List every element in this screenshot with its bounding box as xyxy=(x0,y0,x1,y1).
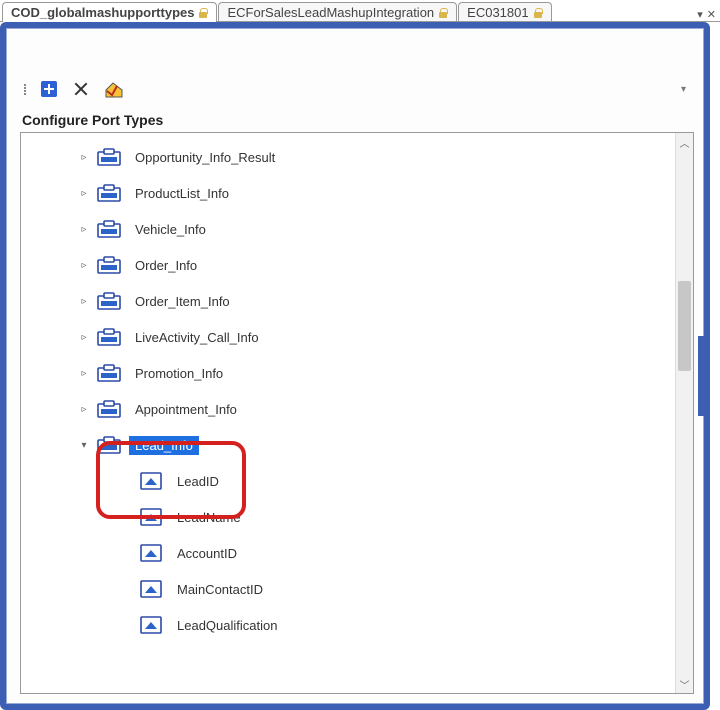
tree-item-label: Vehicle_Info xyxy=(129,220,212,239)
tree-item-label: Order_Item_Info xyxy=(129,292,236,311)
validate-button[interactable] xyxy=(102,78,124,100)
editor-frame: ▾ Configure Port Types ▹ Opportunity_Info… xyxy=(0,22,710,710)
tree-item[interactable]: ▹ Promotion_Info xyxy=(21,355,675,391)
tree-item-label: AccountID xyxy=(171,544,243,563)
toolbar: ▾ xyxy=(20,74,694,104)
tree-item[interactable]: AccountID xyxy=(21,535,675,571)
scroll-thumb[interactable] xyxy=(678,281,691,371)
collapse-icon[interactable]: ▾ xyxy=(79,440,89,451)
delete-button[interactable] xyxy=(70,78,92,100)
scroll-up-button[interactable]: ︿ xyxy=(676,133,693,151)
port-type-icon xyxy=(97,291,121,311)
port-type-icon xyxy=(97,147,121,167)
expand-icon[interactable]: ▹ xyxy=(79,368,89,379)
attribute-icon xyxy=(139,543,163,563)
vertical-scrollbar[interactable]: ︿ ﹀ xyxy=(675,133,693,693)
tree-item[interactable]: ▹ Order_Info xyxy=(21,247,675,283)
tree-item-label: MainContactID xyxy=(171,580,269,599)
tree-item-label: Opportunity_Info_Result xyxy=(129,148,281,167)
port-type-icon xyxy=(97,183,121,203)
editor-content: ▾ Configure Port Types ▹ Opportunity_Info… xyxy=(6,28,704,704)
tab-label: ECForSalesLeadMashupIntegration xyxy=(227,5,434,20)
tree-item-label: LeadQualification xyxy=(171,616,283,635)
tree-item[interactable]: ▾ Lead_Info xyxy=(21,427,675,463)
tree-item[interactable]: ▹ Order_Item_Info xyxy=(21,283,675,319)
port-type-icon xyxy=(97,219,121,239)
tab-label: EC031801 xyxy=(467,5,528,20)
tree-item-label: Promotion_Info xyxy=(129,364,229,383)
expand-icon[interactable]: ▹ xyxy=(79,332,89,343)
scroll-track[interactable] xyxy=(676,151,693,675)
lock-icon xyxy=(198,8,208,18)
tree-item-label: Order_Info xyxy=(129,256,203,275)
tree-item[interactable]: ▹ Vehicle_Info xyxy=(21,211,675,247)
tree-item[interactable]: LeadQualification xyxy=(21,607,675,643)
port-type-icon xyxy=(97,363,121,383)
plus-icon xyxy=(41,81,57,97)
tree-item[interactable]: ▹ ProductList_Info xyxy=(21,175,675,211)
tab-strip: COD_globalmashupporttypes ECForSalesLead… xyxy=(0,0,720,22)
tree-item-label: LiveActivity_Call_Info xyxy=(129,328,265,347)
panel-minimize-button[interactable]: ▾ xyxy=(697,8,703,21)
toolbar-grip[interactable] xyxy=(24,84,26,95)
tab-cod-globalmashupporttypes[interactable]: COD_globalmashupporttypes xyxy=(2,2,217,22)
tree-item[interactable]: ▹ Opportunity_Info_Result xyxy=(21,139,675,175)
attribute-icon xyxy=(139,579,163,599)
tab-ec031801[interactable]: EC031801 xyxy=(458,2,551,21)
tree-item[interactable]: LeadName xyxy=(21,499,675,535)
lock-icon xyxy=(438,8,448,18)
section-title: Configure Port Types xyxy=(20,104,694,132)
tree-item-label: Lead_Info xyxy=(129,436,199,455)
tree-item-label: Appointment_Info xyxy=(129,400,243,419)
frame-handle-right[interactable] xyxy=(698,336,708,416)
tree-item[interactable]: LeadID xyxy=(21,463,675,499)
port-types-tree: ▹ Opportunity_Info_Result ▹ ProductList_Inf… xyxy=(20,132,694,694)
validate-icon xyxy=(104,81,122,97)
attribute-icon xyxy=(139,507,163,527)
tree-item-label: ProductList_Info xyxy=(129,184,235,203)
tab-label: COD_globalmashupporttypes xyxy=(11,5,194,20)
tree-item-label: LeadID xyxy=(171,472,225,491)
x-icon xyxy=(72,80,90,98)
tree-item-label: LeadName xyxy=(171,508,247,527)
expand-icon[interactable]: ▹ xyxy=(79,188,89,199)
add-button[interactable] xyxy=(38,78,60,100)
expand-icon[interactable]: ▹ xyxy=(79,224,89,235)
attribute-icon xyxy=(139,471,163,491)
expand-icon[interactable]: ▹ xyxy=(79,404,89,415)
tree-item[interactable]: ▹ LiveActivity_Call_Info xyxy=(21,319,675,355)
port-type-icon xyxy=(97,399,121,419)
tree-item[interactable]: MainContactID xyxy=(21,571,675,607)
tree-item[interactable]: ▹ Appointment_Info xyxy=(21,391,675,427)
expand-icon[interactable]: ▹ xyxy=(79,296,89,307)
panel-close-button[interactable]: ✕ xyxy=(707,8,716,21)
expand-icon[interactable]: ▹ xyxy=(79,152,89,163)
tree-scroll-area[interactable]: ▹ Opportunity_Info_Result ▹ ProductList_Inf… xyxy=(21,133,675,693)
port-type-icon xyxy=(97,255,121,275)
port-type-icon xyxy=(97,327,121,347)
lock-icon xyxy=(533,8,543,18)
tab-ecforsalesleadmashupintegration[interactable]: ECForSalesLeadMashupIntegration xyxy=(218,2,457,21)
expand-icon[interactable]: ▹ xyxy=(79,260,89,271)
port-type-icon xyxy=(97,435,121,455)
scroll-down-button[interactable]: ﹀ xyxy=(676,675,693,693)
tab-panel-controls: ▾ ✕ xyxy=(697,8,720,21)
attribute-icon xyxy=(139,615,163,635)
toolbar-overflow-button[interactable]: ▾ xyxy=(681,84,690,95)
